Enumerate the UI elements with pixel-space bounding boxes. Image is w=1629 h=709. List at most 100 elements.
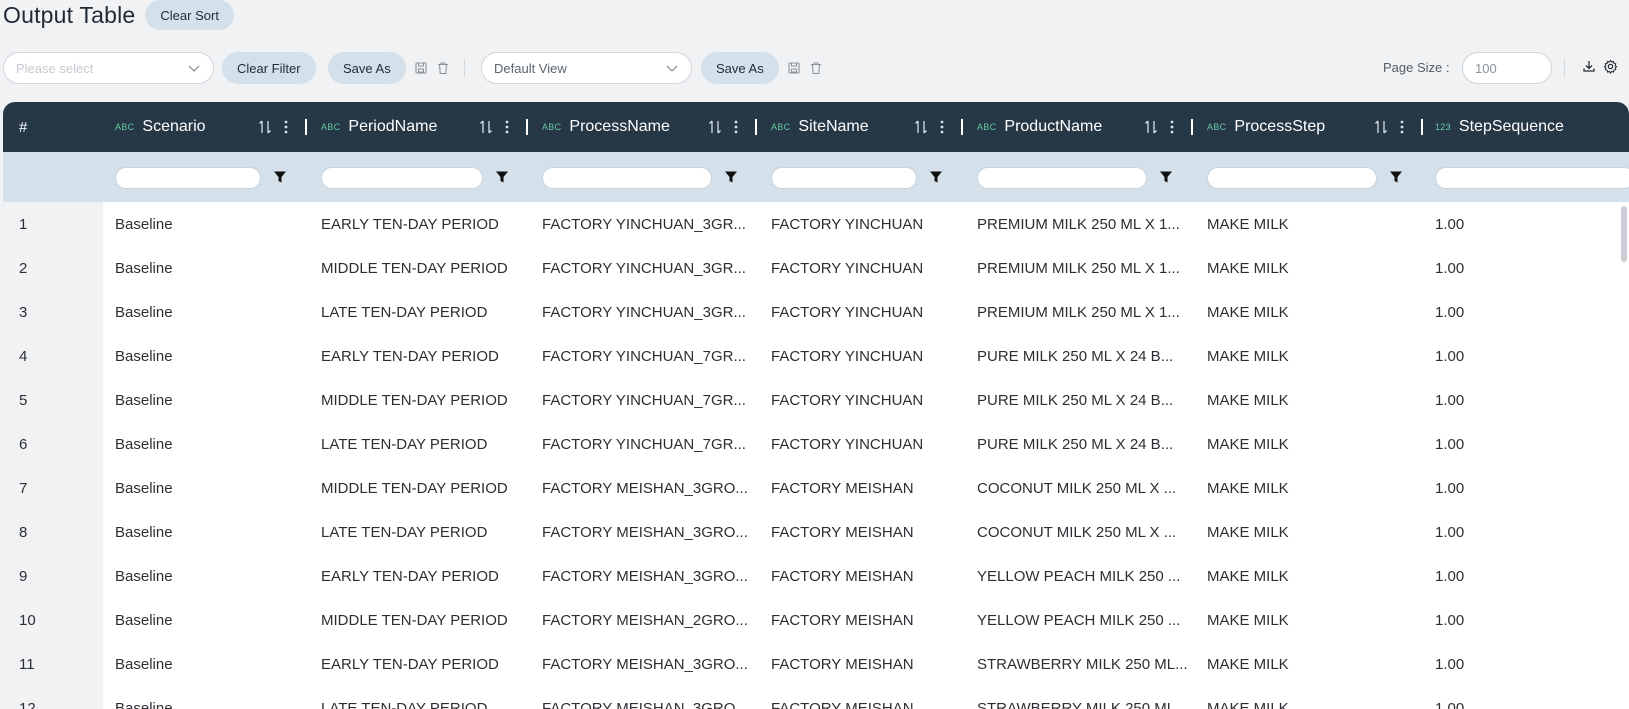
column-header-sitename[interactable]: ABC SiteName xyxy=(771,102,869,152)
table-cell: MAKE MILK xyxy=(1207,479,1289,497)
table-row[interactable]: 2 Baseline MIDDLE TEN-DAY PERIOD FACTORY YI… xyxy=(3,246,1629,290)
table-cell: MAKE MILK xyxy=(1207,347,1289,365)
table-row[interactable]: 10 Baseline MIDDLE TEN-DAY PERIOD FACTORY M… xyxy=(3,598,1629,642)
column-type-badge: ABC xyxy=(542,122,562,132)
scrollbar-thumb[interactable] xyxy=(1621,206,1627,262)
table-cell: MAKE MILK xyxy=(1207,611,1289,629)
row-index: 7 xyxy=(19,479,28,497)
filter-funnel-icon[interactable] xyxy=(1389,170,1403,184)
row-index: 6 xyxy=(19,435,28,453)
column-filter-input[interactable] xyxy=(1435,167,1629,189)
column-menu-icon[interactable] xyxy=(731,118,741,136)
column-menu-icon[interactable] xyxy=(502,118,512,136)
vertical-scrollbar[interactable] xyxy=(1619,202,1629,709)
clear-filter-button[interactable]: Clear Filter xyxy=(222,52,316,84)
filter-funnel-icon[interactable] xyxy=(1159,170,1173,184)
save-as-view-button[interactable]: Save As xyxy=(701,52,779,84)
sort-icon[interactable] xyxy=(479,118,493,136)
column-menu-icon[interactable] xyxy=(1167,118,1177,136)
column-header-productname[interactable]: ABC ProductName xyxy=(977,102,1102,152)
column-resize-handle[interactable] xyxy=(526,119,528,135)
column-resize-handle[interactable] xyxy=(1421,119,1423,135)
table-cell: PREMIUM MILK 250 ML X 1... xyxy=(977,259,1180,277)
table-header-row: # ABC Scenario ABC PeriodName ABC ProcessName… xyxy=(3,102,1629,152)
sort-icon[interactable] xyxy=(258,118,272,136)
column-resize-handle[interactable] xyxy=(1191,119,1193,135)
table-cell: LATE TEN-DAY PERIOD xyxy=(321,523,488,541)
table-cell: EARLY TEN-DAY PERIOD xyxy=(321,215,499,233)
clear-sort-button[interactable]: Clear Sort xyxy=(145,0,234,30)
column-resize-handle[interactable] xyxy=(961,119,963,135)
column-menu-icon[interactable] xyxy=(1397,118,1407,136)
toolbar-divider xyxy=(464,59,465,77)
column-resize-handle[interactable] xyxy=(305,119,307,135)
table-cell: STRAWBERRY MILK 250 ML... xyxy=(977,655,1188,673)
table-cell: YELLOW PEACH MILK 250 ... xyxy=(977,567,1181,585)
column-header-processname[interactable]: ABC ProcessName xyxy=(542,102,670,152)
table-row[interactable]: 5 Baseline MIDDLE TEN-DAY PERIOD FACTORY YI… xyxy=(3,378,1629,422)
column-filter-input[interactable] xyxy=(115,167,261,189)
output-table: # ABC Scenario ABC PeriodName ABC ProcessName… xyxy=(3,102,1629,709)
save-icon[interactable] xyxy=(785,59,803,77)
row-index: 12 xyxy=(19,699,36,709)
sort-icon[interactable] xyxy=(1374,118,1388,136)
filter-select-placeholder: Please select xyxy=(16,60,94,76)
page-size-input[interactable]: 100 xyxy=(1462,52,1552,84)
table-cell: MAKE MILK xyxy=(1207,435,1289,453)
table-cell: FACTORY MEISHAN_2GRO... xyxy=(542,611,748,629)
table-cell: LATE TEN-DAY PERIOD xyxy=(321,303,488,321)
column-header-periodname[interactable]: ABC PeriodName xyxy=(321,102,437,152)
save-icon[interactable] xyxy=(412,59,430,77)
table-cell: YELLOW PEACH MILK 250 ... xyxy=(977,611,1181,629)
trash-icon[interactable] xyxy=(807,59,825,77)
filter-funnel-icon[interactable] xyxy=(495,170,509,184)
chevron-down-icon xyxy=(187,61,201,75)
table-cell: MIDDLE TEN-DAY PERIOD xyxy=(321,391,508,409)
sort-icon[interactable] xyxy=(708,118,722,136)
filter-funnel-icon[interactable] xyxy=(724,170,738,184)
table-cell: MAKE MILK xyxy=(1207,699,1289,709)
table-cell: PURE MILK 250 ML X 24 B... xyxy=(977,347,1174,365)
table-row[interactable]: 11 Baseline EARLY TEN-DAY PERIOD FACTORY ME… xyxy=(3,642,1629,686)
table-row[interactable]: 6 Baseline LATE TEN-DAY PERIOD FACTORY YINC… xyxy=(3,422,1629,466)
row-index: 10 xyxy=(19,611,36,629)
table-cell: MIDDLE TEN-DAY PERIOD xyxy=(321,611,508,629)
table-row[interactable]: 1 Baseline EARLY TEN-DAY PERIOD FACTORY YIN… xyxy=(3,202,1629,246)
column-header-scenario[interactable]: ABC Scenario xyxy=(115,102,206,152)
column-header-stepsequence[interactable]: 123 StepSequence xyxy=(1435,102,1564,152)
column-filter-input[interactable] xyxy=(321,167,483,189)
table-row[interactable]: 12 Baseline LATE TEN-DAY PERIOD FACTORY MEI… xyxy=(3,686,1629,709)
sort-icon[interactable] xyxy=(914,118,928,136)
column-resize-handle[interactable] xyxy=(755,119,757,135)
column-header-label: ProcessStep xyxy=(1234,118,1326,135)
column-type-badge: ABC xyxy=(1207,122,1227,132)
table-row[interactable]: 9 Baseline EARLY TEN-DAY PERIOD FACTORY MEI… xyxy=(3,554,1629,598)
filter-funnel-icon[interactable] xyxy=(273,170,287,184)
trash-icon[interactable] xyxy=(434,59,452,77)
table-cell: FACTORY MEISHAN_3GRO... xyxy=(542,479,748,497)
view-select[interactable]: Default View xyxy=(481,52,692,84)
table-row[interactable]: 8 Baseline LATE TEN-DAY PERIOD FACTORY MEIS… xyxy=(3,510,1629,554)
table-row[interactable]: 7 Baseline MIDDLE TEN-DAY PERIOD FACTORY ME… xyxy=(3,466,1629,510)
filter-select[interactable]: Please select xyxy=(3,52,214,84)
table-cell: FACTORY MEISHAN_3GRO... xyxy=(542,567,748,585)
sort-icon[interactable] xyxy=(1144,118,1158,136)
column-filter-input[interactable] xyxy=(542,167,712,189)
save-as-filter-button[interactable]: Save As xyxy=(328,52,406,84)
table-cell: LATE TEN-DAY PERIOD xyxy=(321,699,488,709)
column-menu-icon[interactable] xyxy=(281,118,291,136)
settings-icon[interactable] xyxy=(1601,57,1619,75)
column-filter-input[interactable] xyxy=(977,167,1147,189)
filter-funnel-icon[interactable] xyxy=(929,170,943,184)
table-cell: FACTORY YINCHUAN_3GR... xyxy=(542,259,746,277)
table-row[interactable]: 4 Baseline EARLY TEN-DAY PERIOD FACTORY YIN… xyxy=(3,334,1629,378)
table-cell: 1.00 xyxy=(1435,347,1465,365)
column-header-processstep[interactable]: ABC ProcessStep xyxy=(1207,102,1325,152)
row-index: 11 xyxy=(19,655,35,673)
download-icon[interactable] xyxy=(1580,57,1598,75)
column-filter-input[interactable] xyxy=(771,167,917,189)
title-bar: Output Table Clear Sort xyxy=(3,0,234,30)
column-menu-icon[interactable] xyxy=(937,118,947,136)
table-row[interactable]: 3 Baseline LATE TEN-DAY PERIOD FACTORY YINC… xyxy=(3,290,1629,334)
column-filter-input[interactable] xyxy=(1207,167,1377,189)
